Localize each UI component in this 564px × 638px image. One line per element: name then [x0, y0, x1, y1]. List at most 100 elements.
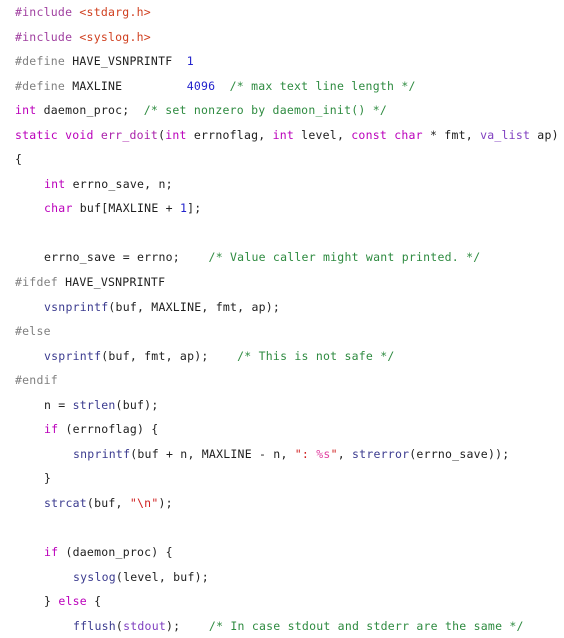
code-line[interactable]: errno_save = errno; /* Value caller migh…	[0, 245, 564, 270]
code-token-kw: if	[44, 545, 59, 560]
code-line[interactable]: n = strlen(buf);	[0, 393, 564, 418]
code-token-plain: errnoflag,	[186, 127, 273, 142]
code-token-num: 1	[186, 54, 194, 69]
code-token-plain: (level, buf);	[115, 569, 209, 584]
code-token-plain: }	[44, 594, 59, 609]
code-token-pp: #define	[15, 54, 66, 69]
code-token-plain: }	[44, 471, 52, 486]
code-token-call: vsnprintf	[44, 299, 109, 314]
code-token-call: syslog	[73, 569, 116, 584]
code-line[interactable]: if (errnoflag) {	[0, 417, 564, 442]
code-line[interactable]: static void err_doit(int errnoflag, int …	[0, 123, 564, 148]
code-token-kw: int	[44, 176, 66, 191]
code-listing[interactable]: #include <stdarg.h> #include <syslog.h> #d…	[0, 0, 564, 633]
code-token-cmt: /* set nonzero by daemon_init() */	[143, 103, 388, 118]
code-token-esc: \n	[137, 495, 152, 510]
code-token-str: "	[129, 495, 137, 510]
code-token-kw: else	[58, 594, 87, 609]
code-line[interactable]: #endif	[0, 368, 564, 393]
code-line[interactable]: {	[0, 147, 564, 172]
code-token-str: ":	[294, 446, 317, 461]
code-line[interactable]: #define HAVE_VSNPRINTF 1	[0, 49, 564, 74]
code-token-kw: char	[44, 201, 73, 216]
code-token-plain: ];	[187, 201, 202, 216]
code-token-call: strerror	[352, 446, 410, 461]
code-line[interactable]: #include <stdarg.h>	[0, 0, 564, 25]
code-token-pp: #endif	[15, 373, 58, 388]
code-token-macro: HAVE_VSNPRINTF	[65, 275, 166, 290]
code-token-header: <stdarg.h>	[79, 5, 151, 19]
code-token-plain: (buf, MAXLINE, fmt, ap);	[108, 299, 281, 314]
code-line[interactable]: strcat(buf, "\n");	[0, 491, 564, 516]
code-line[interactable]: int errno_save, n;	[0, 172, 564, 197]
code-token-kw: void	[65, 127, 94, 142]
code-token-kw: if	[44, 422, 59, 437]
code-token-kw: int	[272, 127, 295, 142]
code-token-plain: (errno_save));	[409, 446, 510, 461]
code-token-plain: errno_save, n;	[65, 176, 173, 191]
code-token-plain: );	[158, 495, 173, 510]
code-token-plain: (buf, fmt, ap);	[101, 348, 238, 363]
code-token-fnname: err_doit	[100, 127, 159, 142]
code-token-kw: const	[351, 127, 388, 142]
code-token-pp: #define	[15, 78, 66, 93]
code-token-macro: MAXLINE	[72, 78, 123, 93]
code-token-plain: n =	[44, 397, 73, 412]
code-token-kw: static	[15, 127, 58, 142]
code-token-kw: int	[15, 103, 37, 118]
code-token-pp: #ifdef	[15, 275, 58, 290]
code-token-cmt: /* Value caller might want printed. */	[208, 250, 481, 265]
code-token-kw: int	[165, 127, 187, 142]
code-line[interactable]: syslog(level, buf);	[0, 565, 564, 590]
code-token-plain: ap)	[530, 127, 559, 142]
code-line[interactable]: #define MAXLINE 4096 /* max text line le…	[0, 74, 564, 99]
code-token-ppinc: #include	[15, 29, 73, 44]
code-line[interactable]: snprintf(buf + n, MAXLINE - n, ": %s", s…	[0, 442, 564, 467]
code-token-macro: HAVE_VSNPRINTF	[72, 54, 173, 69]
code-token-str: "	[330, 446, 338, 461]
code-token-plain: {	[15, 152, 23, 167]
code-token-const: va_list	[480, 127, 531, 142]
code-token-plain: {	[86, 594, 102, 609]
code-token-plain: (errnoflag) {	[58, 422, 159, 437]
code-token-call: vsprintf	[44, 348, 102, 363]
code-token-plain: (buf,	[86, 495, 130, 510]
code-line[interactable]: #else	[0, 319, 564, 344]
code-line[interactable]: vsnprintf(buf, MAXLINE, fmt, ap);	[0, 295, 564, 320]
code-line[interactable]: if (daemon_proc) {	[0, 540, 564, 565]
code-token-cmt: /* max text line length */	[229, 78, 416, 93]
code-token-fmt: %s	[316, 446, 331, 461]
code-token-cmt: /* This is not safe */	[237, 348, 395, 363]
code-token-plain: errno_save = errno;	[44, 250, 209, 265]
code-line[interactable]: }	[0, 466, 564, 491]
code-token-plain: (buf + n, MAXLINE - n,	[130, 446, 295, 461]
code-line[interactable]: } else {	[0, 589, 564, 614]
code-token-plain: ,	[337, 446, 353, 461]
code-token-plain: (daemon_proc) {	[58, 545, 173, 560]
code-token-kw: char	[394, 127, 423, 142]
code-line[interactable]: vsprintf(buf, fmt, ap); /* This is not s…	[0, 344, 564, 369]
code-line[interactable]: #include <syslog.h>	[0, 25, 564, 50]
code-token-header: <syslog.h>	[79, 29, 151, 44]
code-token-call: snprintf	[73, 446, 131, 461]
code-token-call: strlen	[72, 397, 116, 412]
code-token-plain: daemon_proc;	[36, 103, 144, 118]
code-line[interactable]: #ifdef HAVE_VSNPRINTF	[0, 270, 564, 295]
code-token-plain: buf[MAXLINE +	[72, 201, 180, 216]
code-token-plain: (buf);	[115, 397, 159, 412]
code-token-ppinc: #include	[15, 5, 73, 19]
code-token-num: 4096	[186, 78, 216, 93]
code-line[interactable]: int daemon_proc; /* set nonzero by daemo…	[0, 98, 564, 123]
code-line[interactable]: char buf[MAXLINE + 1];	[0, 196, 564, 221]
code-token-call: strcat	[44, 495, 87, 510]
code-token-plain: * fmt,	[422, 127, 481, 142]
code-line[interactable]: fflush(stdout); /* In case stdout and st…	[0, 614, 564, 638]
